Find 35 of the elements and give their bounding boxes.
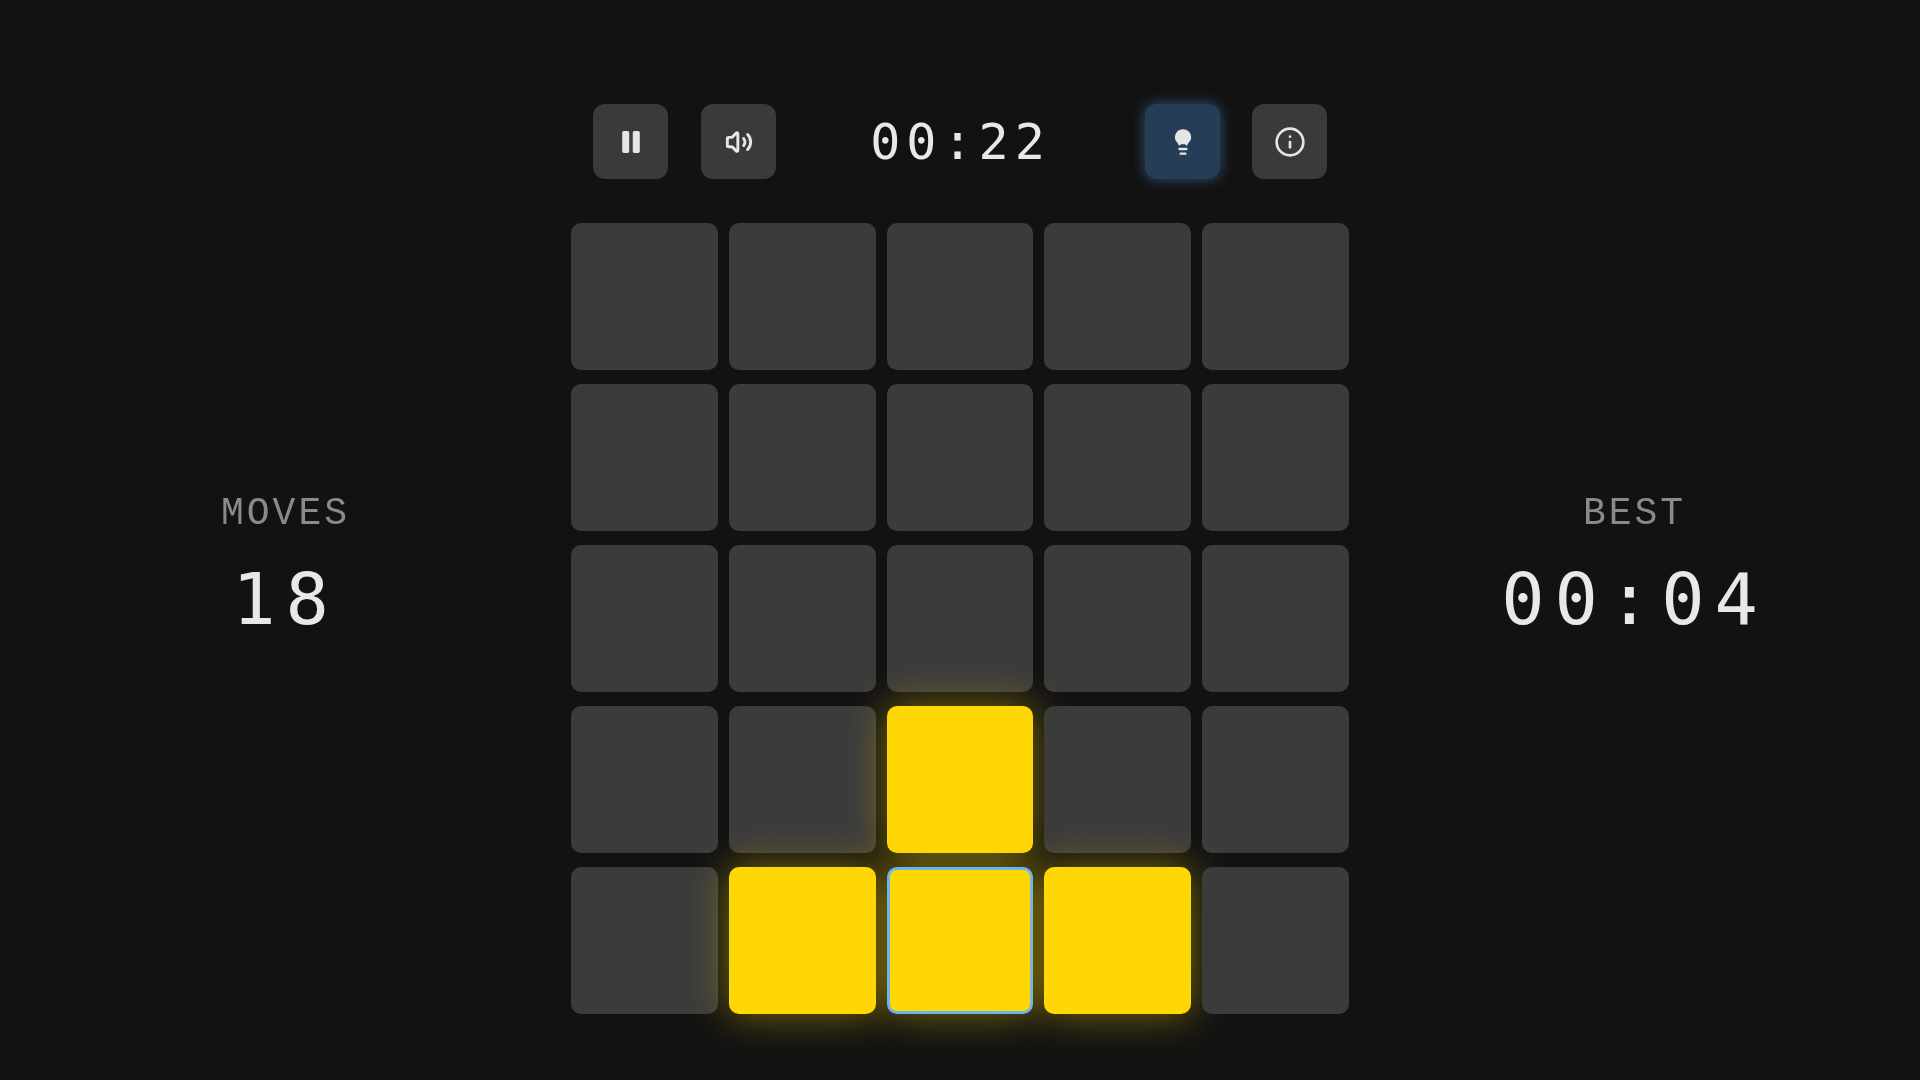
grid-tile[interactable] <box>1044 706 1192 853</box>
grid-tile[interactable] <box>728 223 876 370</box>
info-icon <box>1273 125 1306 158</box>
grid-tile[interactable] <box>571 545 718 692</box>
best-value: 00:04 <box>1501 563 1768 635</box>
grid-tile[interactable] <box>1202 223 1349 370</box>
grid-tile[interactable] <box>1202 706 1349 853</box>
grid-tile[interactable] <box>728 545 876 692</box>
grid-tile[interactable] <box>886 867 1034 1014</box>
grid-tile[interactable] <box>1044 545 1192 692</box>
grid-tile[interactable] <box>571 706 718 853</box>
grid-tile[interactable] <box>1202 545 1349 692</box>
moves-value: 18 <box>232 563 339 635</box>
grid-tile[interactable] <box>1202 867 1349 1014</box>
grid-tile[interactable] <box>571 223 718 370</box>
info-button[interactable] <box>1252 104 1327 179</box>
grid-tile[interactable] <box>886 706 1034 853</box>
best-label: BEST <box>1582 495 1687 533</box>
grid-tile[interactable] <box>728 384 876 531</box>
grid-tile[interactable] <box>728 867 876 1014</box>
grid-tile[interactable] <box>571 867 718 1014</box>
game-timer: 00:22 <box>869 116 1052 167</box>
grid-tile[interactable] <box>886 545 1034 692</box>
grid-tile[interactable] <box>886 223 1034 370</box>
grid-tile[interactable] <box>1044 223 1192 370</box>
moves-label: MOVES <box>221 495 350 533</box>
hint-button[interactable] <box>1145 104 1220 179</box>
grid-tile[interactable] <box>886 384 1034 531</box>
grid-tile[interactable] <box>728 706 876 853</box>
grid-tile[interactable] <box>1202 384 1349 531</box>
grid-tile[interactable] <box>1044 384 1192 531</box>
grid-tile[interactable] <box>1044 867 1192 1014</box>
sound-button[interactable] <box>701 104 776 179</box>
grid-tile[interactable] <box>571 384 718 531</box>
pause-button[interactable] <box>593 104 668 179</box>
